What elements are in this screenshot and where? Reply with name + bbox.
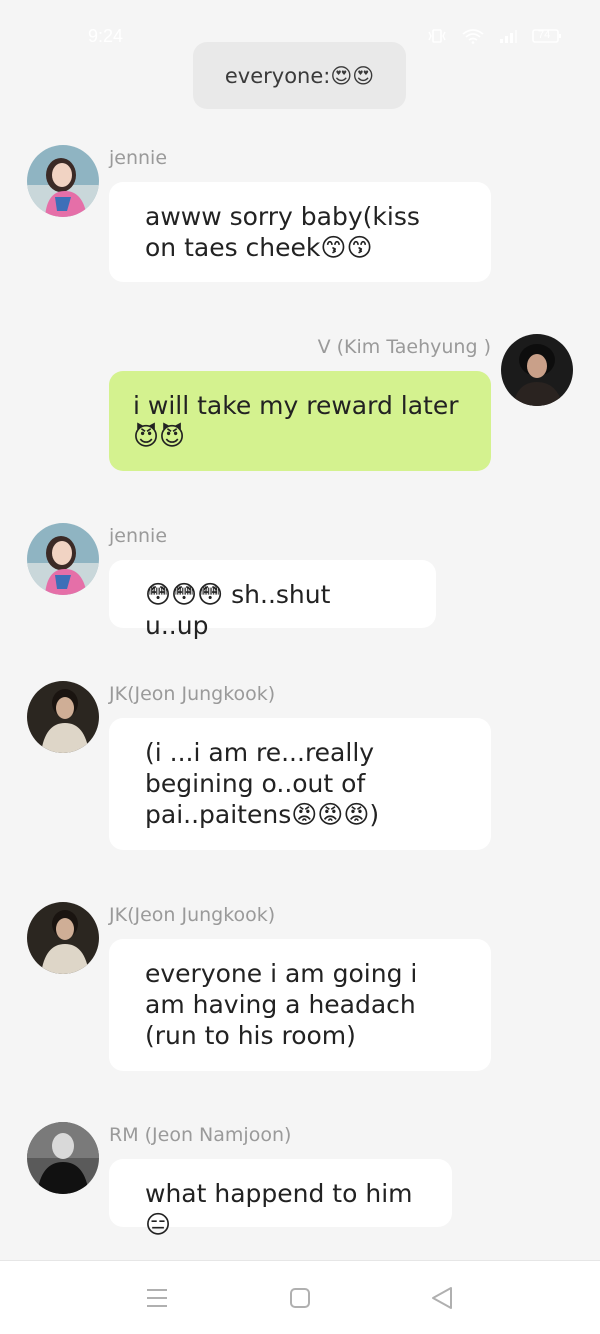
jk-avatar[interactable] <box>27 902 99 974</box>
system-message-text: everyone:😍😍 <box>224 63 375 88</box>
wifi-icon <box>462 28 484 44</box>
message-text: what happend to him😑 <box>145 1179 413 1239</box>
sender-name: JK(Jeon Jungkook) <box>109 683 276 705</box>
message-bubble[interactable]: 😳😳😳 sh..shut u..up <box>109 560 436 640</box>
message-bubble[interactable]: awww sorry baby(kiss on taes cheek😙😙 <box>109 182 491 282</box>
message-text: everyone i am going i am having a headac… <box>145 959 418 1050</box>
message-row: jennie 😳😳😳 sh..shut u..up <box>0 522 600 640</box>
message-text: 😳😳😳 sh..shut u..up <box>145 580 331 640</box>
message-row: JK(Jeon Jungkook) (i ...i am re...really… <box>0 680 600 852</box>
message-row: RM (Jeon Namjoon) what happend to him😑 <box>0 1121 600 1239</box>
message-row: jennie awww sorry baby(kiss on taes chee… <box>0 144 600 284</box>
battery-icon: 74 <box>532 28 562 44</box>
signal-icon <box>498 28 518 44</box>
message-bubble[interactable]: everyone i am going i am having a headac… <box>109 939 491 1071</box>
status-icons: 74 <box>426 28 562 44</box>
rm-avatar[interactable] <box>27 1122 99 1194</box>
back-icon[interactable] <box>429 1285 455 1311</box>
message-row: V (Kim Taehyung ) i will take my reward … <box>0 333 600 473</box>
message-bubble[interactable]: (i ...i am re...really begining o..out o… <box>109 718 491 850</box>
v-avatar[interactable] <box>501 334 573 406</box>
status-time: 9:24 <box>88 26 124 46</box>
message-text: i will take my reward later 😈😈 <box>133 391 459 451</box>
navigation-bar <box>0 1260 600 1334</box>
sender-name: RM (Jeon Namjoon) <box>109 1124 292 1146</box>
message-row: JK(Jeon Jungkook) everyone i am going i … <box>0 901 600 1073</box>
menu-icon[interactable] <box>144 1285 170 1311</box>
sender-name: jennie <box>109 525 168 547</box>
home-icon[interactable] <box>287 1285 313 1311</box>
sender-name: jennie <box>109 147 168 169</box>
sender-name: JK(Jeon Jungkook) <box>109 904 276 926</box>
vibrate-icon <box>426 28 448 44</box>
jennie-avatar[interactable] <box>27 145 99 217</box>
message-bubble[interactable]: i will take my reward later 😈😈 <box>109 371 491 471</box>
message-text: awww sorry baby(kiss on taes cheek😙😙 <box>145 202 420 262</box>
jk-avatar[interactable] <box>27 681 99 753</box>
jennie-avatar[interactable] <box>27 523 99 595</box>
sender-name: V (Kim Taehyung ) <box>317 336 491 358</box>
message-bubble[interactable]: what happend to him😑 <box>109 1159 452 1239</box>
battery-level: 74 <box>538 29 551 41</box>
system-message-bubble[interactable]: everyone:😍😍 <box>193 42 406 109</box>
message-text: (i ...i am re...really begining o..out o… <box>145 738 380 829</box>
